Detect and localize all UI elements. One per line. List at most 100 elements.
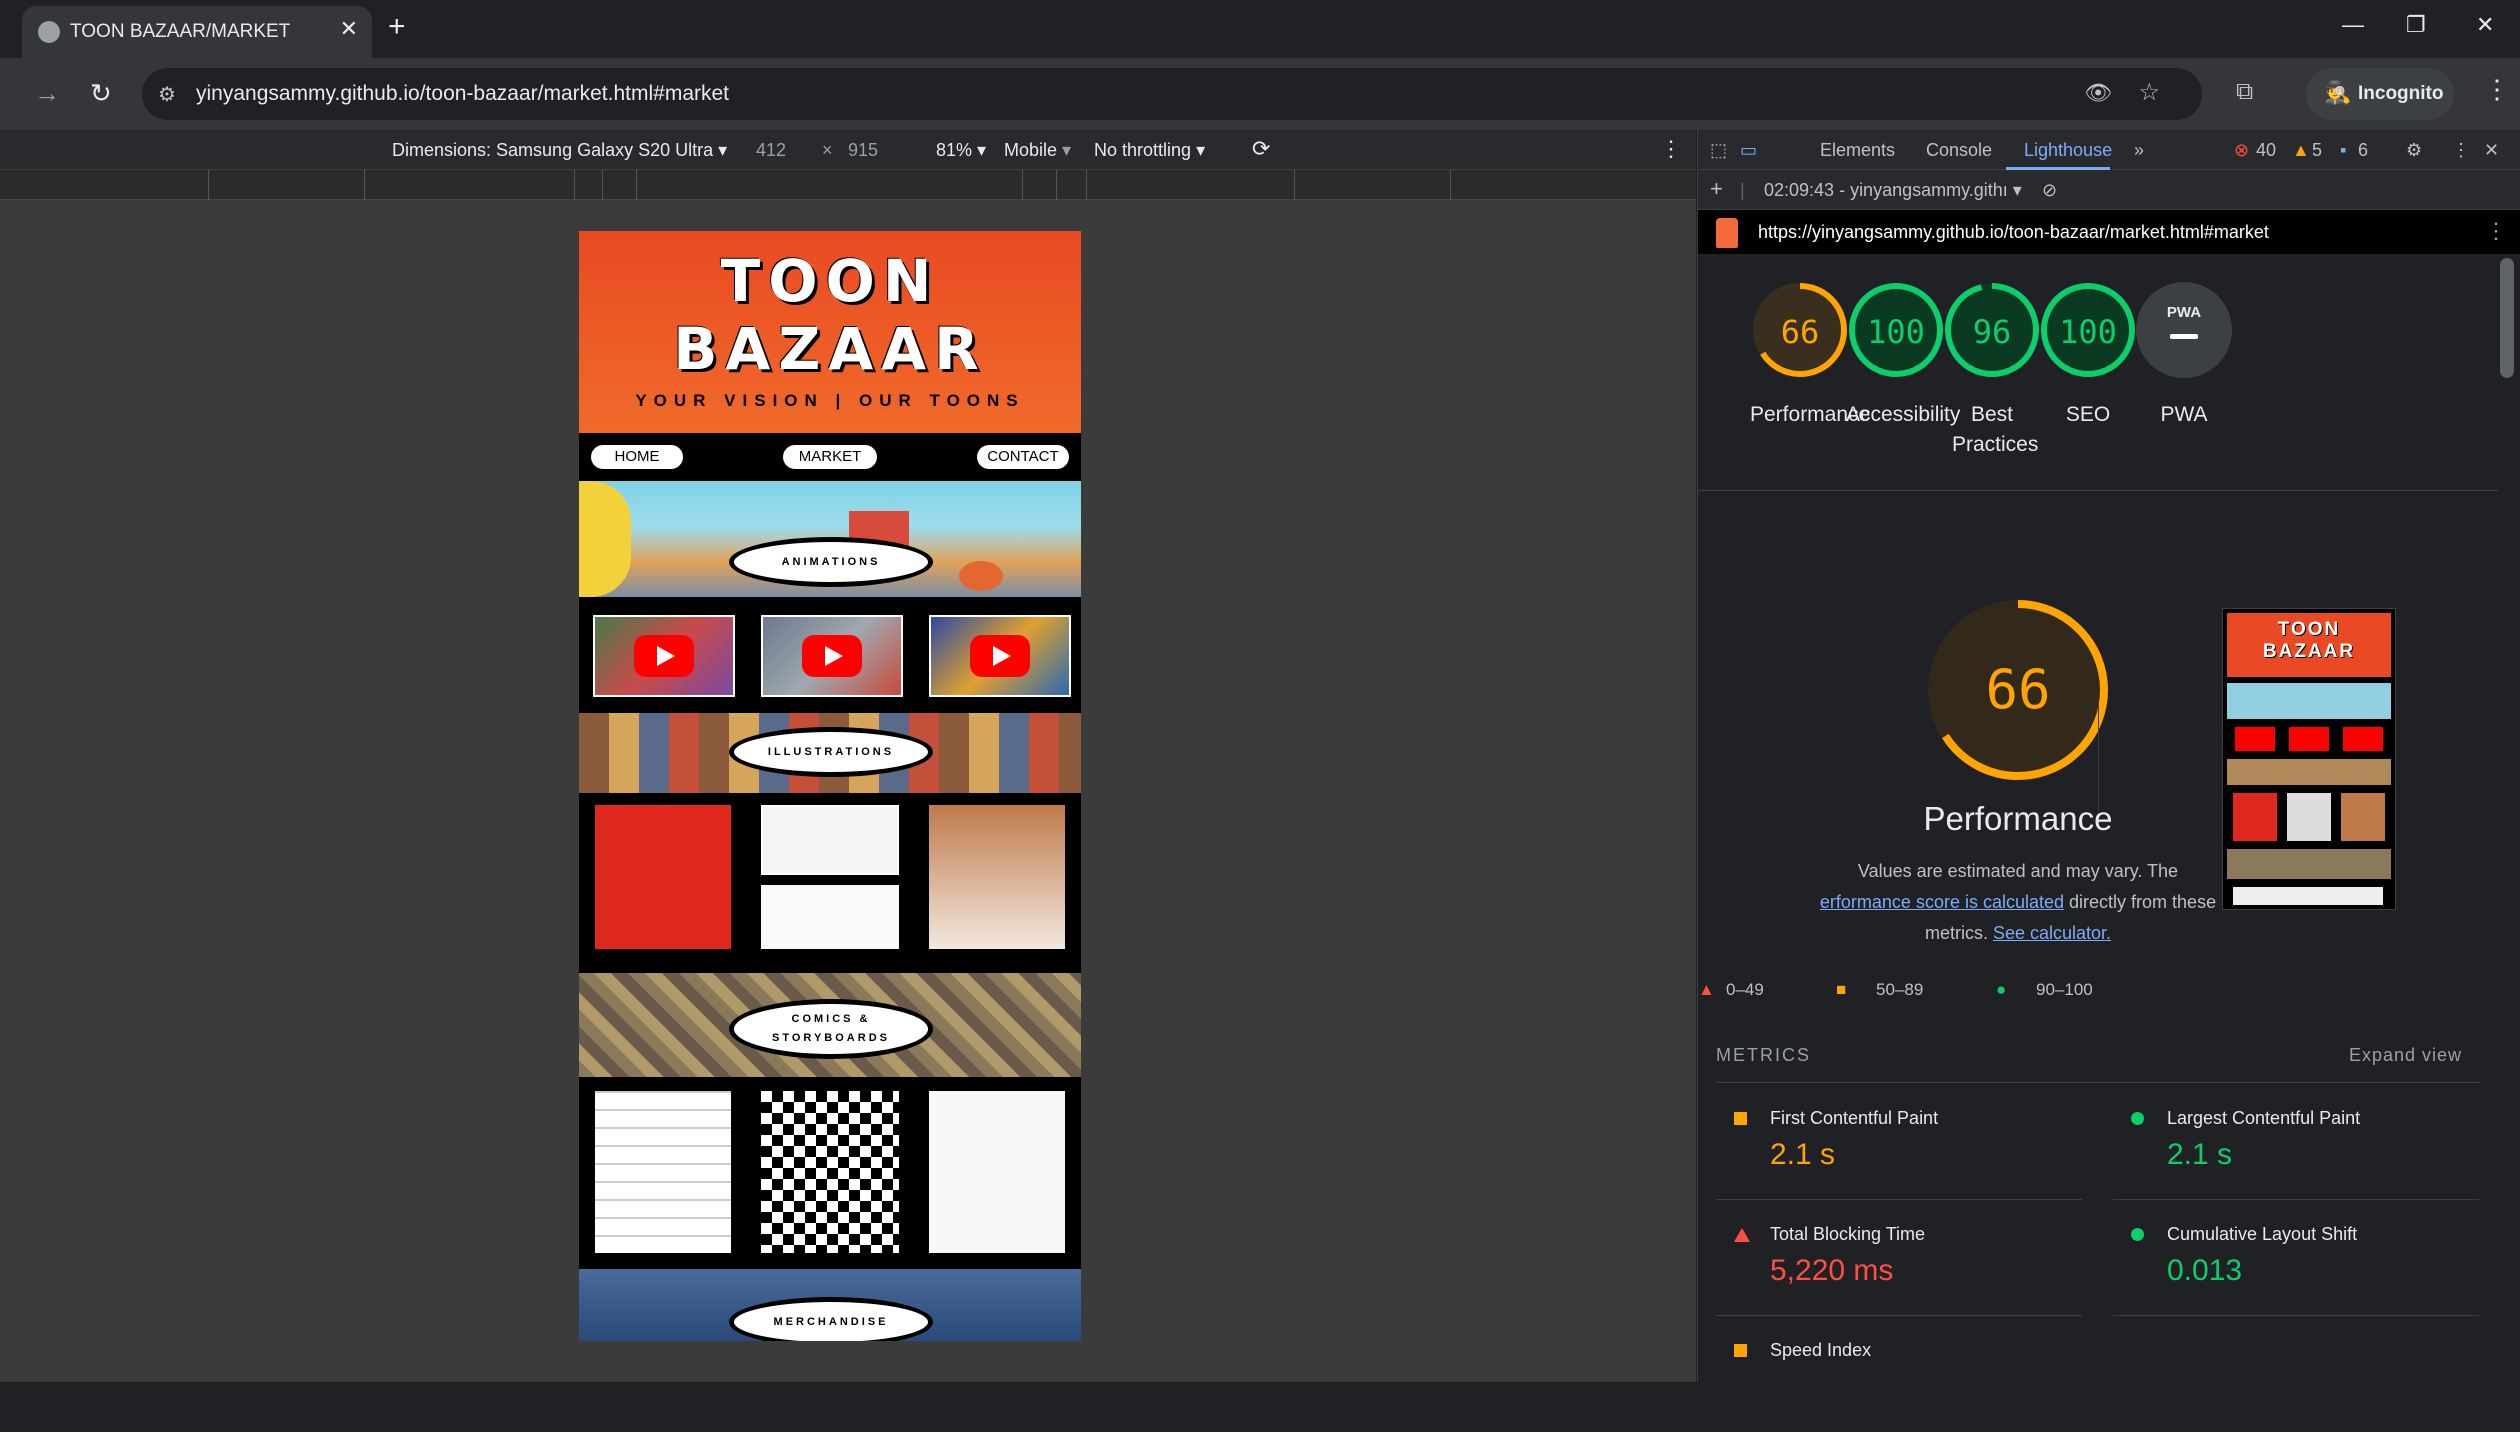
device-name: Dimensions: Samsung Galaxy S20 Ultra bbox=[392, 140, 714, 160]
page-screenshot-preview[interactable]: TOON BAZAAR bbox=[2222, 608, 2396, 910]
metric-name: Speed Index bbox=[1770, 1340, 1872, 1360]
score-calculated-link[interactable]: erformance score is calculated bbox=[1820, 892, 2064, 912]
score-label: Performance bbox=[1750, 403, 1871, 426]
storyboard-thumbnail[interactable] bbox=[929, 1091, 1065, 1253]
legend-average: 50–89 bbox=[1876, 980, 1924, 999]
preview-art bbox=[2287, 793, 2331, 841]
zoom-select[interactable]: 81% ▾ bbox=[936, 140, 986, 161]
bookmark-star-icon[interactable]: ☆ bbox=[2138, 78, 2160, 107]
close-devtools-icon[interactable]: ✕ bbox=[2484, 140, 2499, 161]
warning-icon[interactable]: ▲ bbox=[2292, 140, 2310, 161]
score-pwa[interactable]: PWA PWA bbox=[2134, 280, 2234, 430]
address-bar[interactable]: ⚙ yinyangsammy.github.io/toon-bazaar/mar… bbox=[142, 68, 2202, 120]
device-toolbar-menu-icon[interactable]: ⋮ bbox=[1660, 136, 1682, 162]
video-thumbnail[interactable] bbox=[593, 615, 735, 697]
error-count: 40 bbox=[2256, 140, 2277, 160]
storyboard-thumbnail[interactable] bbox=[595, 1091, 731, 1253]
site-title-line1: TOON bbox=[720, 247, 940, 315]
metric-lcp: Largest Contentful Paint 2.1 s bbox=[2113, 1084, 2479, 1200]
video-thumbnail[interactable] bbox=[929, 615, 1071, 697]
message-icon[interactable]: ▪ bbox=[2340, 140, 2346, 161]
throttling-select[interactable]: No throttling ▾ bbox=[1094, 140, 1205, 161]
devtools-scrollbar[interactable] bbox=[2500, 258, 2514, 378]
height-input[interactable]: 915 bbox=[848, 140, 878, 161]
message-count: 6 bbox=[2358, 140, 2369, 160]
toon-bazaar-page: TOON BAZAAR YOUR VISION | OUR TOONS HOME… bbox=[579, 231, 1081, 1341]
restore-icon[interactable]: ❐ bbox=[2406, 12, 2426, 38]
site-tagline: YOUR VISION | OUR TOONS bbox=[635, 391, 1025, 410]
score-best-practices[interactable]: 96 Best Practices bbox=[1932, 280, 2052, 460]
illustration-thumbnail[interactable] bbox=[761, 805, 899, 875]
device-dimensions-select[interactable]: Dimensions: Samsung Galaxy S20 Ultra ▾ bbox=[392, 140, 727, 161]
width-input[interactable]: 412 bbox=[756, 140, 786, 161]
illustration-thumbnail[interactable] bbox=[595, 805, 731, 949]
metric-fcp: First Contentful Paint 2.1 s bbox=[1716, 1084, 2082, 1200]
score-seo[interactable]: 100 SEO bbox=[2038, 280, 2138, 430]
more-tabs-icon[interactable]: » bbox=[2134, 140, 2144, 161]
comics-label-line2: STORYBOARDS bbox=[772, 1032, 890, 1044]
new-tab-button[interactable]: + bbox=[388, 10, 406, 44]
merch-banner: MERCHANDISE bbox=[579, 1269, 1081, 1341]
illustration-thumbnail[interactable] bbox=[929, 805, 1065, 949]
see-calculator-link[interactable]: See calculator. bbox=[1993, 923, 2111, 943]
tab-console[interactable]: Console bbox=[1926, 140, 1992, 161]
score-value: 100 bbox=[1867, 313, 1925, 351]
youtube-play-icon[interactable] bbox=[970, 635, 1030, 677]
comics-banner: COMICS & STORYBOARDS bbox=[579, 973, 1081, 1077]
score-performance[interactable]: 66 Performance bbox=[1750, 280, 1871, 430]
browser-menu-icon[interactable]: ⋮ bbox=[2484, 74, 2510, 105]
report-selector[interactable]: 02:09:43 - yinyangsammy.githı ▾ bbox=[1764, 180, 2022, 201]
fail-triangle-icon: ▲ bbox=[1698, 980, 1715, 999]
settings-gear-icon[interactable]: ⚙ bbox=[2406, 140, 2422, 161]
new-report-icon[interactable]: + bbox=[1710, 176, 1723, 202]
illustration-thumbnail[interactable] bbox=[761, 885, 899, 949]
minimize-icon[interactable]: — bbox=[2342, 12, 2364, 38]
site-title-line2: BAZAAR bbox=[673, 315, 987, 383]
metric-name: Total Blocking Time bbox=[1770, 1224, 1926, 1244]
legend-fail: 0–49 bbox=[1726, 980, 1764, 999]
report-menu-icon[interactable]: ⋮ bbox=[2485, 218, 2507, 244]
score-accessibility[interactable]: 100 Accessibility bbox=[1846, 280, 1960, 430]
error-icon[interactable]: ⊗ bbox=[2234, 140, 2249, 161]
youtube-play-icon[interactable] bbox=[634, 635, 694, 677]
lighthouse-toolbar: + | 02:09:43 - yinyangsammy.githı ▾ ⊘ bbox=[1698, 170, 2520, 210]
incognito-badge[interactable]: 🕵 Incognito bbox=[2306, 68, 2454, 120]
video-thumbnail[interactable] bbox=[761, 615, 903, 697]
tab-lighthouse[interactable]: Lighthouse bbox=[2024, 140, 2112, 161]
tracking-blocked-icon[interactable]: 👁 bbox=[2084, 80, 2112, 106]
devtools-panel: ⬚ ▭ Elements Console Lighthouse » ⊗ 40 ▲… bbox=[1697, 130, 2520, 1382]
nav-home-link[interactable]: HOME bbox=[591, 445, 683, 469]
close-window-icon[interactable]: ✕ bbox=[2476, 12, 2494, 38]
device-toggle-icon[interactable]: ▭ bbox=[1740, 140, 1757, 161]
inspect-icon[interactable]: ⬚ bbox=[1710, 140, 1727, 161]
pwa-badge-icon bbox=[2136, 282, 2232, 378]
close-tab-icon[interactable]: ✕ bbox=[340, 16, 358, 42]
nav-contact-link[interactable]: CONTACT bbox=[977, 445, 1069, 469]
comics-gallery bbox=[579, 1077, 1081, 1269]
browser-tab[interactable]: TOON BAZAAR/MARKET ✕ bbox=[22, 6, 372, 58]
clear-reports-icon[interactable]: ⊘ bbox=[2042, 180, 2057, 201]
youtube-play-icon[interactable] bbox=[802, 635, 862, 677]
animations-videos bbox=[579, 597, 1081, 713]
comic-thumbnail[interactable] bbox=[761, 1091, 899, 1253]
forward-icon[interactable]: → bbox=[34, 78, 60, 109]
merch-label: MERCHANDISE bbox=[729, 1297, 933, 1341]
mode-select[interactable]: Mobile ▾ bbox=[1004, 140, 1071, 161]
device-toolbar: Dimensions: Samsung Galaxy S20 Ultra ▾ 4… bbox=[0, 130, 1696, 170]
site-info-icon[interactable]: ⚙ bbox=[158, 82, 176, 107]
divider bbox=[1698, 490, 2498, 491]
media-query-ruler bbox=[0, 170, 1696, 200]
nav-market-link[interactable]: MARKET bbox=[783, 445, 877, 469]
score-description: Values are estimated and may vary. The e… bbox=[1798, 856, 2238, 949]
illustrations-banner: ILLUSTRATIONS bbox=[579, 713, 1081, 793]
expand-view-toggle[interactable]: Expand view bbox=[2349, 1045, 2462, 1066]
extensions-icon[interactable]: ⧉ bbox=[2236, 78, 2253, 106]
rotate-icon[interactable]: ⟳ bbox=[1252, 136, 1270, 162]
fail-triangle-icon bbox=[1734, 1228, 1750, 1242]
desc-text: directly from these bbox=[2069, 892, 2217, 912]
preview-video bbox=[2343, 727, 2383, 751]
tab-elements[interactable]: Elements bbox=[1820, 140, 1895, 161]
big-score-title: Performance bbox=[1923, 800, 2113, 837]
reload-icon[interactable]: ↻ bbox=[90, 78, 112, 109]
devtools-menu-icon[interactable]: ⋮ bbox=[2452, 140, 2470, 161]
